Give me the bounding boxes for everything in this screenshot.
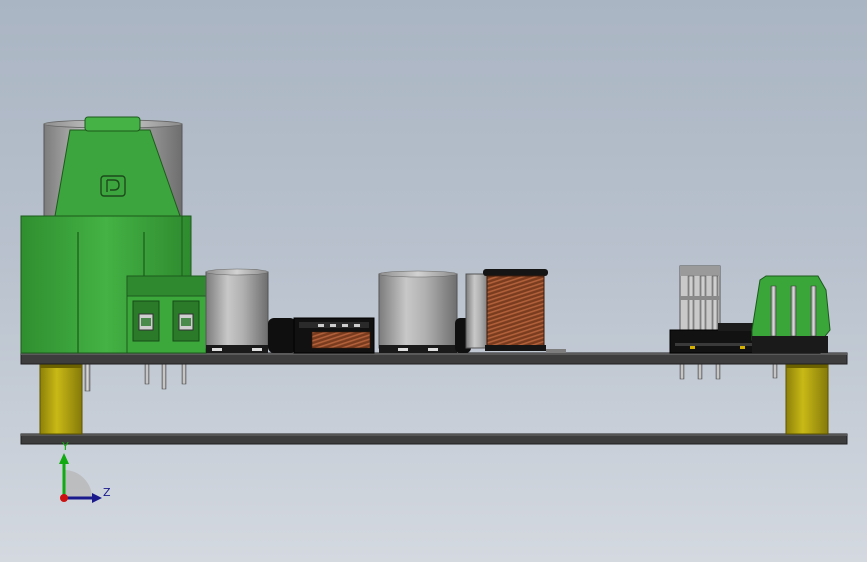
- origin-x-axis-icon: [60, 494, 68, 502]
- top-pcb: [20, 352, 848, 365]
- y-axis-label: Y: [62, 440, 69, 453]
- pcb-assembly-side-view: [20, 116, 848, 503]
- electrolytic-capacitor-1: [205, 268, 269, 353]
- electrolytic-capacitor-2: [378, 270, 458, 353]
- z-axis-label: Z: [103, 486, 111, 499]
- capacitor-behind-inductor: [465, 273, 491, 349]
- terminal-block-2pos: [126, 275, 207, 354]
- green-right-angle-terminal: [751, 275, 831, 353]
- through-hole-pins: [84, 363, 778, 392]
- coordinate-triad[interactable]: [59, 453, 102, 503]
- standoff-right: [785, 363, 829, 435]
- smd-black-component-1: [268, 318, 296, 353]
- bottom-pcb: [20, 433, 848, 445]
- smd-inductor-1: [293, 317, 375, 354]
- standoff-left: [39, 363, 83, 435]
- power-inductor: [483, 269, 566, 353]
- cad-viewport[interactable]: Y Z: [0, 0, 867, 562]
